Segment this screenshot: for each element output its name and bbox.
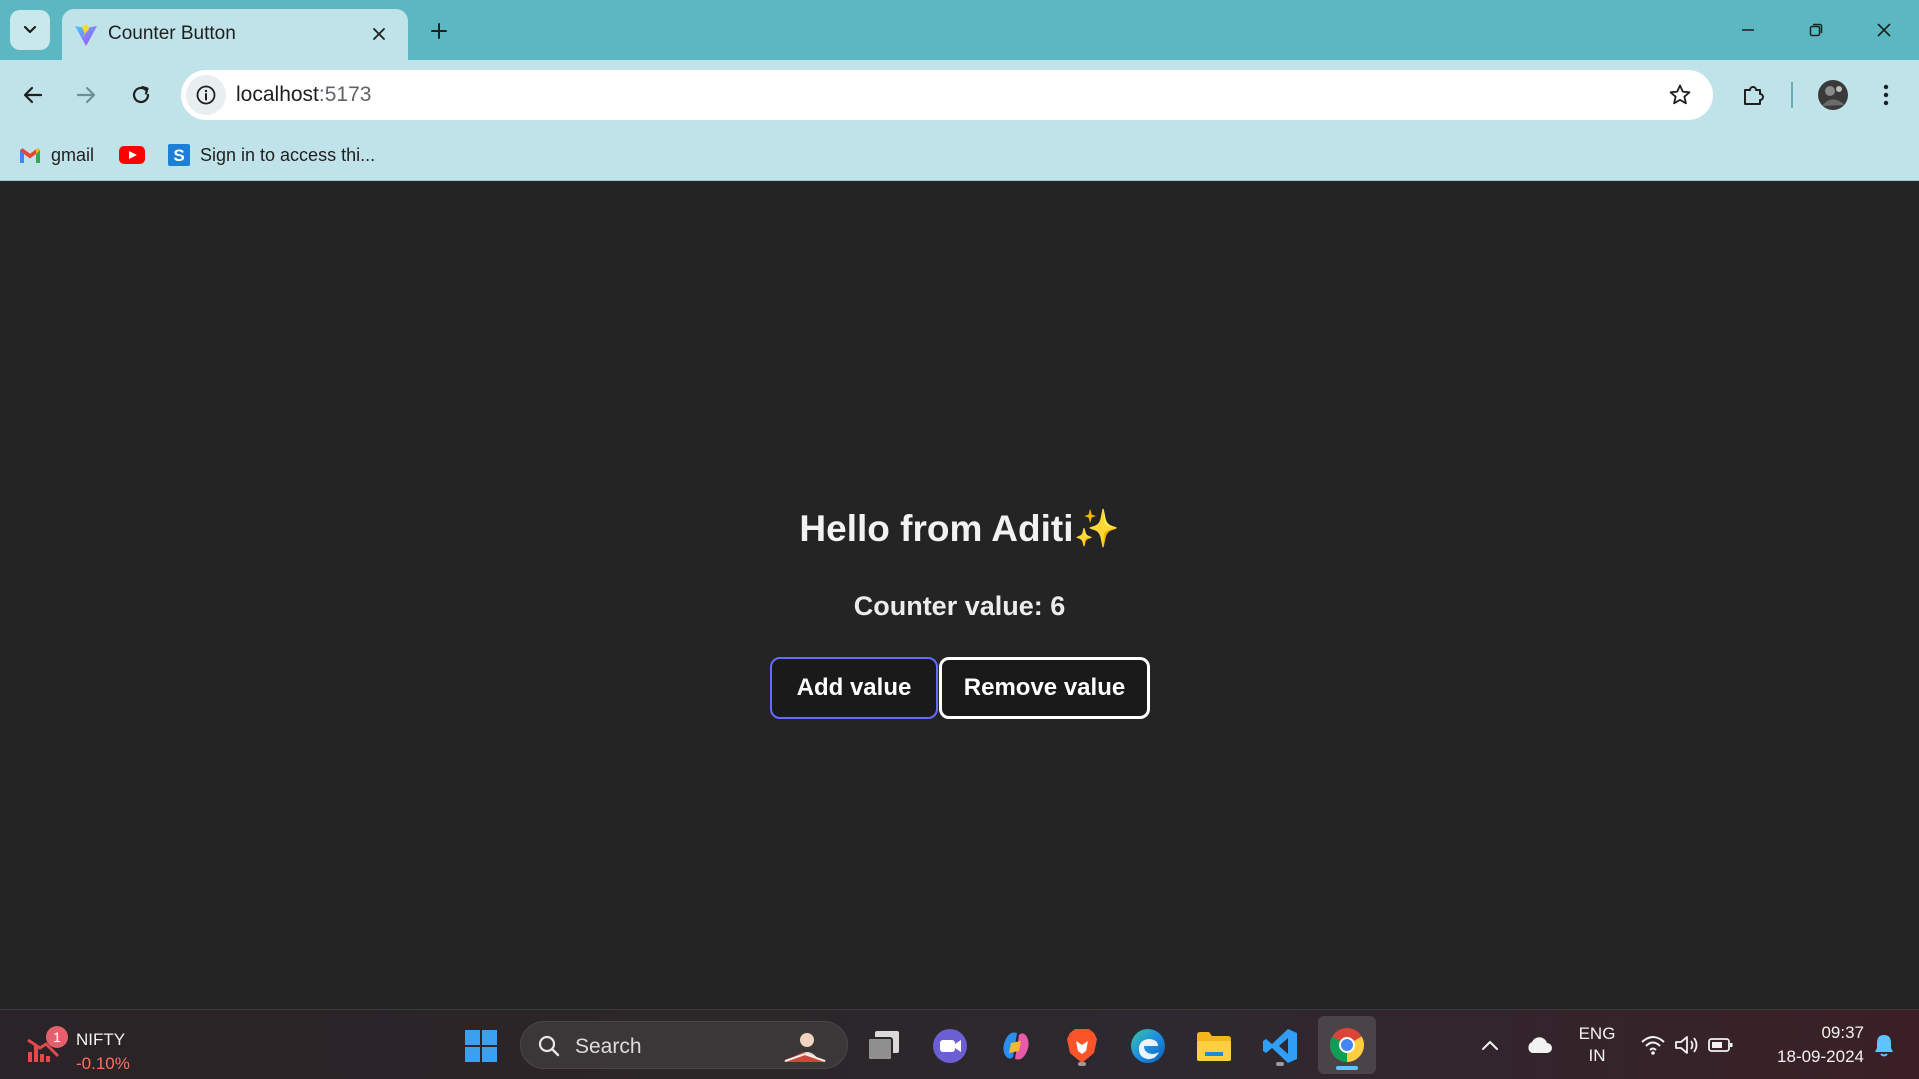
gmail-icon <box>19 147 41 164</box>
bookmark-label: gmail <box>51 144 95 165</box>
show-hidden-icons-button[interactable] <box>1472 1010 1508 1079</box>
restore-icon <box>1809 23 1823 37</box>
new-tab-button[interactable] <box>422 14 456 48</box>
page-viewport: Hello from Aditi✨ Counter value: 6 Add v… <box>0 181 1919 1009</box>
address-bar[interactable]: localhost:5173 <box>181 70 1713 120</box>
widget-title: NIFTY <box>76 1030 126 1049</box>
back-button[interactable] <box>13 75 53 115</box>
copilot-icon <box>1003 1032 1029 1060</box>
folder-icon <box>1197 1032 1231 1061</box>
language-code: ENG <box>1578 1024 1616 1043</box>
tab-close-button[interactable] <box>364 19 394 49</box>
brave-browser-app[interactable] <box>1058 1022 1106 1070</box>
start-button[interactable] <box>457 1022 505 1070</box>
wifi-icon <box>1641 1036 1665 1055</box>
battery-icon <box>1708 1038 1733 1052</box>
region-code: IN <box>1588 1046 1606 1065</box>
notifications-button[interactable] <box>1864 1010 1904 1079</box>
reload-icon <box>132 85 150 104</box>
reload-button[interactable] <box>121 75 161 115</box>
chrome-app-active[interactable] <box>1318 1016 1376 1074</box>
page-heading: Hello from Aditi✨ <box>799 508 1120 549</box>
video-chat-icon <box>933 1029 967 1063</box>
site-info-button[interactable] <box>186 75 226 115</box>
widget-change: -0.10% <box>76 1054 130 1073</box>
brave-lion-icon <box>1067 1029 1097 1063</box>
search-placeholder: Search <box>575 1035 642 1058</box>
tab-title: Counter Button <box>108 23 236 44</box>
running-indicator <box>1078 1062 1086 1066</box>
edge-icon <box>1131 1029 1165 1063</box>
bookmark-youtube[interactable] <box>119 140 155 170</box>
clock-time: 09:37 <box>1821 1023 1864 1042</box>
add-value-button[interactable]: Add value <box>770 657 938 719</box>
toolbar-divider <box>1791 82 1793 108</box>
volume-icon <box>1675 1036 1698 1054</box>
url-text[interactable]: localhost:5173 <box>236 83 371 107</box>
restore-button[interactable] <box>1788 10 1844 50</box>
forward-button[interactable] <box>66 75 106 115</box>
clock[interactable]: 09:37 18-09-2024 <box>1752 1010 1864 1079</box>
taskbar: 1 NIFTY -0.10% Search ENG IN 09:37 18-09… <box>0 1009 1919 1079</box>
bookmarks-bar: gmail S Sign in to access thi... <box>0 130 1919 181</box>
s-logo-icon: S <box>168 144 190 166</box>
windows-logo-icon <box>465 1030 497 1062</box>
search-icon <box>538 1035 560 1057</box>
vscode-app[interactable] <box>1256 1022 1304 1070</box>
notification-badge: 1 <box>46 1026 68 1048</box>
task-view-button[interactable] <box>860 1022 908 1070</box>
file-explorer-app[interactable] <box>1190 1022 1238 1070</box>
search-highlight-icon <box>783 1033 827 1062</box>
teams-meet-app[interactable] <box>926 1022 974 1070</box>
remove-value-button[interactable]: Remove value <box>939 657 1150 719</box>
arrow-left-icon <box>23 86 43 104</box>
info-icon <box>196 85 216 105</box>
youtube-icon <box>119 146 145 164</box>
cloud-icon <box>1528 1037 1552 1053</box>
profile-avatar-button[interactable] <box>1813 75 1853 115</box>
minimize-button[interactable] <box>1720 10 1776 50</box>
running-indicator <box>1276 1062 1284 1066</box>
onedrive-tray-icon[interactable] <box>1520 1010 1558 1079</box>
vite-logo-icon <box>75 24 97 46</box>
browser-tab[interactable]: Counter Button <box>62 9 408 60</box>
edge-browser-app[interactable] <box>1124 1022 1172 1070</box>
browser-toolbar: localhost:5173 <box>0 60 1919 130</box>
bookmark-label: Sign in to access thi... <box>200 144 376 165</box>
task-view-icon <box>867 1031 899 1061</box>
url-port: :5173 <box>318 83 372 106</box>
counter-value-text: Counter value: 6 <box>853 591 1066 621</box>
star-icon <box>1669 84 1691 105</box>
extensions-button[interactable] <box>1734 75 1774 115</box>
avatar <box>1818 80 1848 110</box>
chrome-icon <box>1330 1028 1364 1062</box>
svg-text:S: S <box>173 146 184 165</box>
tab-strip: Counter Button <box>0 0 1919 60</box>
bookmark-gmail[interactable]: gmail <box>19 140 94 170</box>
plus-icon <box>431 23 447 39</box>
language-indicator[interactable]: ENG IN <box>1570 1010 1624 1079</box>
bell-icon <box>1875 1035 1893 1057</box>
bookmark-star-button[interactable] <box>1665 80 1695 110</box>
quick-settings-button[interactable] <box>1636 1010 1738 1079</box>
arrow-right-icon <box>76 86 96 104</box>
chevron-down-icon <box>23 25 37 34</box>
market-widget[interactable]: 1 NIFTY -0.10% <box>18 1018 158 1073</box>
puzzle-icon <box>1744 86 1764 105</box>
active-indicator <box>1336 1066 1358 1070</box>
tab-search-button[interactable] <box>10 10 50 50</box>
close-icon <box>373 28 385 40</box>
menu-button[interactable] <box>1866 75 1906 115</box>
url-host: localhost <box>236 83 319 106</box>
chevron-up-icon <box>1482 1040 1498 1050</box>
close-icon <box>1877 23 1891 37</box>
clock-date: 18-09-2024 <box>1777 1047 1864 1066</box>
vscode-icon <box>1263 1029 1297 1063</box>
taskbar-search[interactable]: Search <box>520 1021 848 1069</box>
more-vertical-icon <box>1883 84 1889 106</box>
copilot-app[interactable] <box>992 1022 1040 1070</box>
minimize-icon <box>1742 29 1754 31</box>
close-window-button[interactable] <box>1856 10 1912 50</box>
bookmark-sign-in[interactable]: S Sign in to access thi... <box>168 140 375 170</box>
